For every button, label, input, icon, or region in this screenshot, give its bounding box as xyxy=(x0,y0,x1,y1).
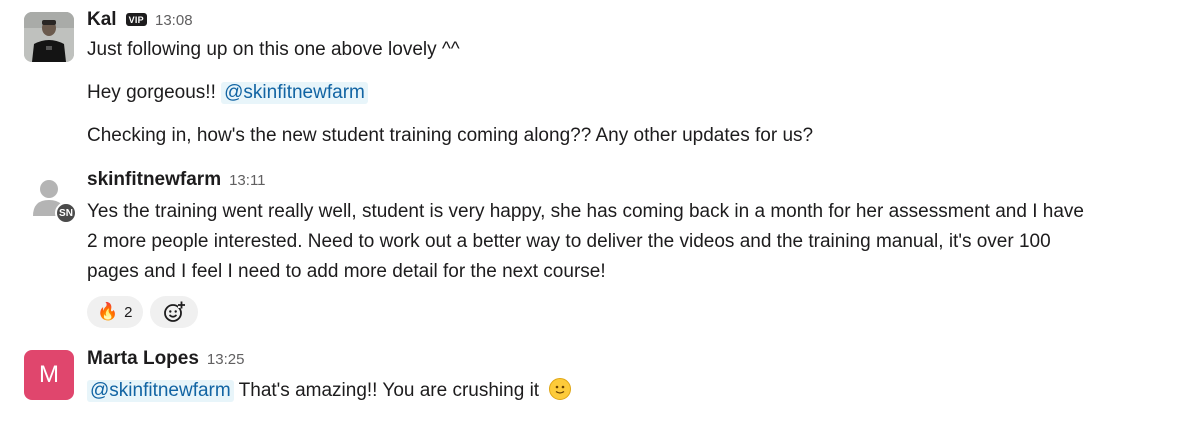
author-name[interactable]: Marta Lopes xyxy=(87,348,199,370)
slightly-smiling-face-icon xyxy=(549,378,572,400)
reaction-count: 2 xyxy=(124,303,133,321)
message-text: Hey gorgeous!! xyxy=(87,82,216,103)
reactions-bar: 🔥 2 xyxy=(87,296,198,328)
vip-badge: VIP xyxy=(125,13,147,26)
message-text-line-2: Hey gorgeous!! @skinfitnewfarm xyxy=(87,80,1190,106)
author-name[interactable]: skinfitnewfarm xyxy=(87,169,221,191)
message-text: 2 more people interested. Need to work o… xyxy=(87,231,1051,252)
message-text: Yes the training went really well, stude… xyxy=(87,201,1084,222)
avatar-marta-lopes[interactable]: M xyxy=(24,350,74,400)
timestamp[interactable]: 13:11 xyxy=(229,172,265,189)
author-name[interactable]: Kal xyxy=(87,9,117,31)
user-mention[interactable]: @skinfitnewfarm xyxy=(87,380,234,402)
avatar-letter: M xyxy=(39,361,59,388)
user-mention[interactable]: @skinfitnewfarm xyxy=(221,82,368,104)
fire-icon: 🔥 xyxy=(97,302,119,321)
avatar-kal[interactable] xyxy=(24,12,74,62)
add-reaction-icon xyxy=(163,301,185,322)
avatar-initials-badge: SN xyxy=(55,202,77,224)
message-text: pages and I feel I need to add more deta… xyxy=(87,261,606,282)
reaction-fire[interactable]: 🔥 2 xyxy=(87,296,143,328)
add-reaction-button[interactable] xyxy=(149,296,198,328)
avatar-photo-icon xyxy=(24,12,74,62)
timestamp[interactable]: 13:08 xyxy=(155,12,193,29)
timestamp[interactable]: 13:25 xyxy=(207,351,245,368)
message-text: Just following up on this one above love… xyxy=(87,39,460,60)
message-text: Checking in, how's the new student train… xyxy=(87,125,814,146)
message-text-line: @skinfitnewfarm That's amazing!! You are… xyxy=(87,378,1190,404)
message-text: That's amazing!! You are crushing it xyxy=(238,380,540,401)
